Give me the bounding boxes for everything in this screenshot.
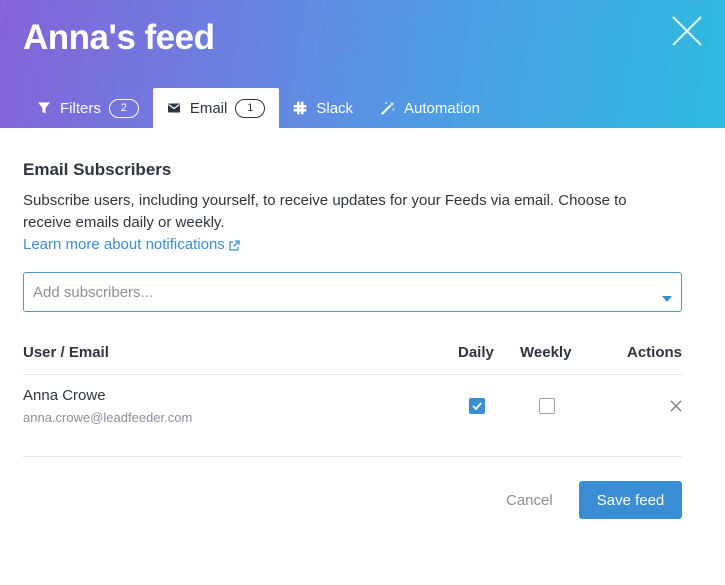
tab-slack[interactable]: Slack (279, 88, 367, 128)
caret-down-icon[interactable] (662, 289, 672, 302)
section-description: Subscribe users, including yourself, to … (23, 192, 627, 231)
daily-checkbox[interactable] (469, 398, 485, 414)
tab-bar: Filters 2 Email 1 Slack Automation (23, 88, 494, 128)
column-header-daily: Daily (458, 344, 494, 361)
remove-icon[interactable] (669, 399, 683, 413)
add-subscribers-input[interactable] (33, 283, 656, 301)
subscriber-name: Anna Crowe (23, 387, 106, 404)
footer-divider (23, 456, 682, 457)
modal-header: Anna's feed Filters 2 Email 1 Slack Auto… (0, 0, 725, 128)
count-badge: 2 (108, 98, 139, 118)
envelope-icon (167, 101, 181, 115)
tab-automation[interactable]: Automation (367, 88, 494, 128)
section-title: Email Subscribers (23, 160, 172, 179)
add-subscribers-select[interactable] (23, 272, 682, 312)
tab-filters[interactable]: Filters 2 (23, 88, 153, 128)
cancel-button[interactable]: Cancel (496, 481, 563, 519)
filter-icon (37, 101, 51, 115)
magic-wand-icon (381, 101, 395, 115)
column-header-actions: Actions (627, 344, 683, 361)
external-link-icon (228, 239, 240, 251)
count-badge: 1 (235, 98, 266, 118)
subscriber-email: anna.crowe@leadfeeder.com (23, 410, 193, 425)
save-feed-button[interactable]: Save feed (579, 481, 682, 519)
slack-icon (293, 101, 307, 115)
tab-label: Automation (404, 99, 480, 117)
column-header-user: User / Email (23, 344, 109, 361)
tab-label: Email (189, 99, 228, 117)
tab-label: Slack (316, 99, 354, 117)
header-divider (23, 374, 682, 375)
learn-more-link[interactable]: Learn more about notifications (23, 236, 240, 253)
modal-title: Anna's feed (23, 18, 215, 57)
learn-more-label: Learn more about notifications (23, 236, 225, 253)
tab-email[interactable]: Email 1 (152, 88, 280, 128)
column-header-weekly: Weekly (520, 344, 572, 361)
tab-label: Filters (60, 99, 101, 117)
weekly-checkbox[interactable] (539, 398, 555, 414)
close-icon[interactable] (668, 12, 706, 50)
